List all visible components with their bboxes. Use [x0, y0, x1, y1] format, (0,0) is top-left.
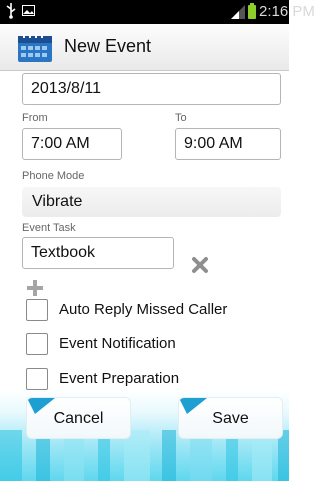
page-title: New Event	[64, 36, 152, 56]
calendar-icon	[18, 34, 52, 62]
event-preparation-label: Event Preparation	[59, 370, 180, 387]
event-notification-label: Event Notification	[59, 335, 176, 352]
date-value: 2013/8/11	[31, 80, 101, 97]
save-button[interactable]: Save	[178, 397, 283, 439]
event-notification-checkbox[interactable]	[26, 333, 48, 355]
event-task-label: Event Task	[22, 222, 76, 234]
signal-icon	[231, 5, 245, 19]
auto-reply-label: Auto Reply Missed Caller	[59, 301, 228, 318]
delete-task-icon[interactable]	[190, 255, 210, 275]
save-label: Save	[212, 410, 249, 427]
cancel-button[interactable]: Cancel	[26, 397, 131, 439]
from-label: From	[22, 112, 48, 124]
event-task-field[interactable]: Textbook	[22, 237, 174, 269]
event-preparation-checkbox[interactable]	[26, 368, 48, 390]
image-icon	[22, 5, 35, 16]
status-time: 2:16 PM	[259, 3, 315, 20]
date-field[interactable]: 2013/8/11	[22, 73, 281, 105]
phone-mode-label: Phone Mode	[22, 170, 85, 182]
from-time-value: 7:00 AM	[31, 135, 90, 152]
title-bar: New Event	[0, 24, 289, 71]
cancel-label: Cancel	[53, 410, 104, 427]
to-time-value: 9:00 AM	[184, 135, 243, 152]
add-task-icon[interactable]	[27, 280, 43, 296]
status-bar: 2:16 PM	[0, 0, 315, 24]
to-label: To	[175, 112, 187, 124]
event-task-value: Textbook	[31, 244, 96, 261]
usb-icon	[6, 3, 16, 19]
to-time-field[interactable]: 9:00 AM	[175, 128, 281, 160]
phone-mode-value: Vibrate	[32, 193, 83, 210]
from-time-field[interactable]: 7:00 AM	[22, 128, 122, 160]
phone-mode-select[interactable]: Vibrate	[22, 187, 281, 217]
auto-reply-checkbox[interactable]	[26, 299, 48, 321]
battery-icon	[248, 3, 256, 19]
